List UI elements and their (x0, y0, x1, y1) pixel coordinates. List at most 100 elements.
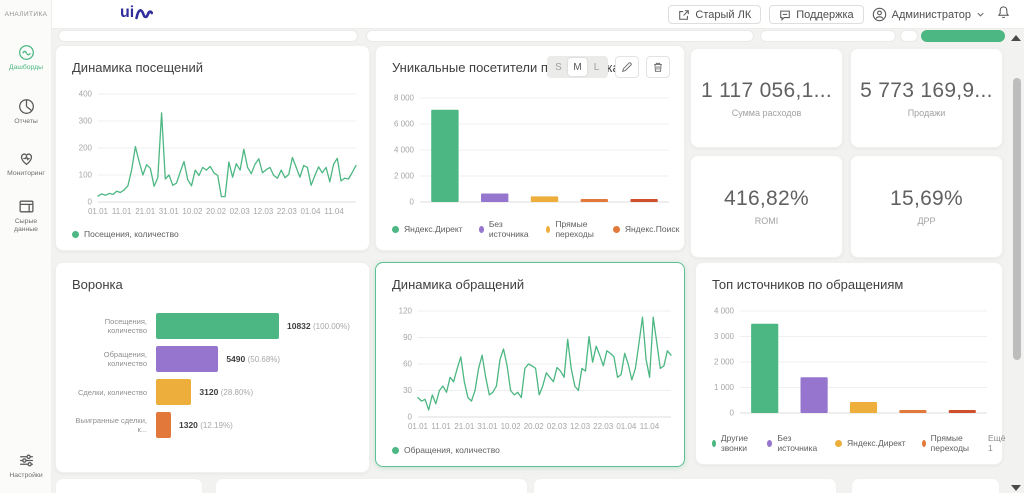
funnel-row-label: Посещения, количество (68, 317, 156, 335)
legend-dot-icon (72, 231, 79, 238)
raw-data-icon (4, 198, 48, 215)
logo-text: ui (120, 4, 134, 22)
delete-button[interactable] (646, 56, 670, 78)
card-stub[interactable] (533, 478, 837, 493)
svg-text:1 000: 1 000 (714, 383, 735, 392)
logo-wave-icon (135, 6, 153, 20)
svg-text:10.02: 10.02 (182, 207, 203, 216)
sidebar-item-raw-data[interactable]: Сырые данные (0, 198, 52, 234)
kpi-card-expenses[interactable]: 1 117 056,1... Сумма расходов (690, 48, 843, 148)
svg-text:21.01: 21.01 (454, 422, 475, 431)
funnel-row-label: Выигранные сделки, к... (68, 416, 156, 434)
sidebar-item-reports[interactable]: Отчеты (0, 98, 52, 126)
legend-dot-icon (546, 226, 550, 233)
card-unique-visitors[interactable]: Уникальные посетители по источникам S M … (375, 45, 685, 251)
reports-icon (0, 98, 52, 115)
size-option-s[interactable]: S (549, 58, 568, 76)
funnel-row: Посещения, количество10832 (100.00%) (68, 313, 359, 339)
kpi-value: 5 773 169,9... (851, 79, 1002, 103)
svg-text:12.03: 12.03 (253, 207, 274, 216)
card-stub[interactable] (851, 478, 1000, 493)
sidebar-item-dashboards[interactable]: Дашборды (0, 44, 52, 72)
svg-text:10.02: 10.02 (501, 422, 522, 431)
legend-dot-icon (922, 440, 926, 447)
legend-dot-icon (767, 440, 772, 447)
svg-text:300: 300 (79, 117, 93, 126)
legend-label: Без источника (489, 219, 531, 239)
card-visits-dynamics[interactable]: Динамика посещений 010020030040001.0111.… (55, 45, 370, 251)
external-link-icon (678, 9, 690, 21)
monitoring-icon (0, 150, 52, 167)
dashboard-tab[interactable] (366, 30, 754, 42)
svg-text:6 000: 6 000 (394, 120, 415, 129)
funnel-bar (156, 346, 218, 372)
user-menu[interactable]: Администратор (872, 7, 985, 22)
sidebar-item-settings[interactable]: Настройки (0, 452, 52, 480)
svg-text:2 000: 2 000 (394, 172, 415, 181)
svg-text:120: 120 (399, 307, 413, 316)
dashboard-tab[interactable] (58, 30, 358, 42)
card-title: Топ источников по обращениям (712, 277, 903, 292)
legend-item: Без источника (767, 433, 819, 453)
chevron-down-icon (976, 10, 985, 19)
legend-label: Яндекс.Поиск (625, 224, 680, 234)
header: ui Старый ЛК Поддержка Администратор (52, 0, 1024, 29)
funnel-row: Сделки, количество3120 (28.80%) (68, 379, 359, 405)
svg-text:60: 60 (403, 360, 412, 369)
svg-text:12.03: 12.03 (570, 422, 591, 431)
legend-item: Обращения, количество (392, 445, 500, 455)
legend-label: Прямые переходы (931, 433, 972, 453)
card-funnel[interactable]: Воронка Посещения, количество10832 (100.… (55, 262, 370, 473)
edit-button[interactable] (615, 56, 639, 78)
funnel-bar (156, 313, 279, 339)
svg-text:4 000: 4 000 (714, 307, 735, 316)
size-option-m[interactable]: M (568, 58, 587, 76)
svg-text:90: 90 (403, 333, 412, 342)
card-controls: S M L (547, 56, 670, 78)
dashboard-tab[interactable] (900, 30, 918, 42)
sidebar-item-monitoring[interactable]: Мониторинг (0, 150, 52, 178)
notifications-bell-icon[interactable] (997, 5, 1010, 24)
svg-text:11.01: 11.01 (431, 422, 451, 431)
svg-text:22.03: 22.03 (277, 207, 298, 216)
legend-label: Другие звонки (721, 433, 751, 453)
top-sources-bar-chart: 01 0002 0003 0004 000 (702, 305, 997, 427)
card-stub[interactable] (215, 478, 528, 493)
dashboard-tab[interactable] (760, 30, 896, 42)
legend-dot-icon (392, 226, 399, 233)
kpi-label: Сумма расходов (691, 108, 842, 118)
support-button[interactable]: Поддержка (769, 5, 863, 24)
card-stub[interactable] (55, 478, 203, 493)
kpi-value: 416,82% (691, 187, 842, 211)
svg-text:200: 200 (79, 144, 93, 153)
scrollbar-thumb[interactable] (1013, 78, 1021, 360)
legend-item: Яндекс.Директ (835, 438, 906, 448)
legend-item: Прямые переходы (922, 433, 972, 453)
svg-text:0: 0 (88, 198, 93, 207)
kpi-card-sales[interactable]: 5 773 169,9... Продажи (850, 48, 1003, 148)
kpi-card-romi[interactable]: 416,82% ROMI (690, 155, 843, 258)
legend-dot-icon (835, 440, 842, 447)
legend-more-label[interactable]: Ещё 1 (988, 433, 1005, 453)
support-label: Поддержка (796, 9, 853, 21)
active-tab-pill[interactable] (921, 30, 1005, 42)
card-top-sources[interactable]: Топ источников по обращениям 01 0002 000… (695, 262, 1003, 465)
legend-label: Яндекс.Директ (404, 224, 463, 234)
svg-text:11.04: 11.04 (640, 422, 660, 431)
svg-text:20.02: 20.02 (206, 207, 227, 216)
scroll-up-arrow[interactable] (1011, 35, 1021, 41)
old-lk-label: Старый ЛК (695, 9, 751, 21)
legend-item: Яндекс.Поиск (613, 224, 680, 234)
sidebar-brand: АНАЛИТИКА (0, 11, 52, 18)
old-lk-button[interactable]: Старый ЛК (668, 5, 761, 24)
kpi-card-drr[interactable]: 15,69% ДРР (850, 155, 1003, 258)
legend-dot-icon (392, 447, 399, 454)
svg-text:3 000: 3 000 (714, 332, 735, 341)
svg-text:0: 0 (730, 409, 735, 418)
svg-text:22.03: 22.03 (593, 422, 614, 431)
scroll-down-arrow[interactable] (1011, 485, 1021, 491)
svg-text:31.01: 31.01 (159, 207, 180, 216)
uis-logo: ui (120, 4, 153, 22)
card-requests-dynamics[interactable]: Динамика обращений 030609012001.0111.012… (375, 262, 685, 467)
size-option-l[interactable]: L (587, 58, 606, 76)
